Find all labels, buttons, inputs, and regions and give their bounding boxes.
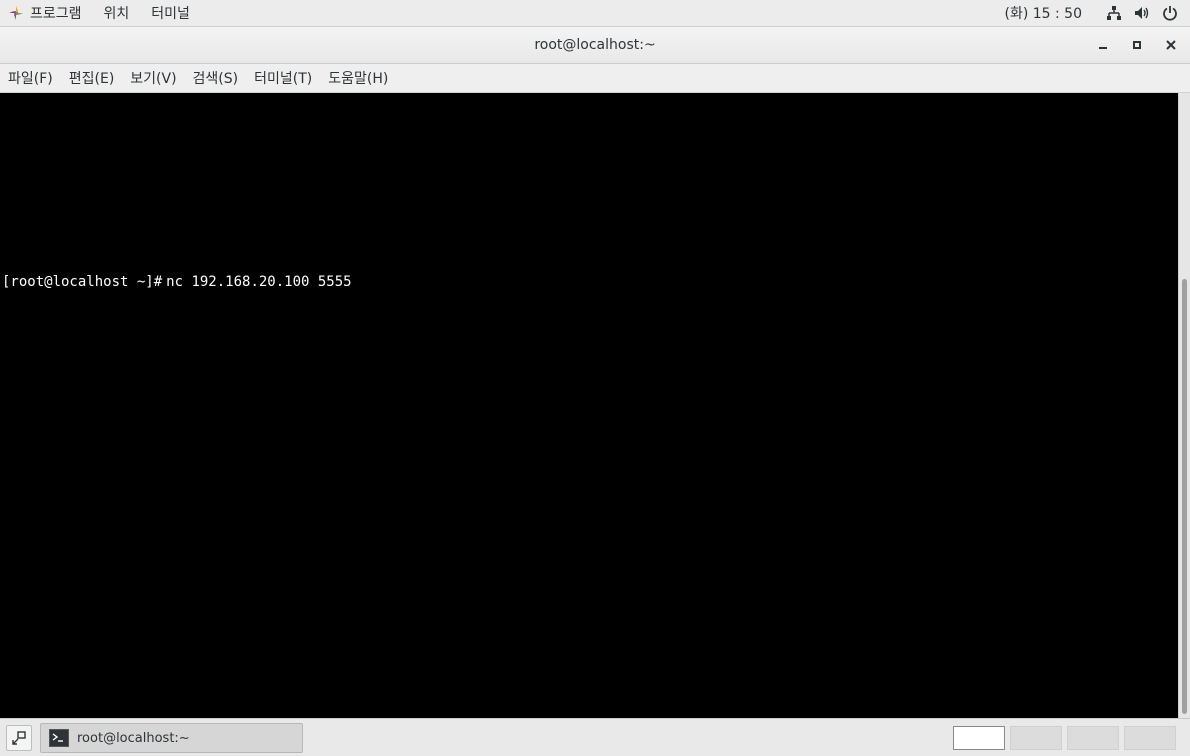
places-menu-label: 위치	[103, 6, 130, 22]
menu-edit-label: 편집(E)	[68, 71, 115, 87]
menu-view[interactable]: 보기(V)	[122, 64, 184, 92]
menu-edit[interactable]: 편집(E)	[61, 64, 123, 92]
maximize-button[interactable]	[1124, 32, 1150, 58]
minimize-button[interactable]	[1090, 32, 1116, 58]
top-panel: 프로그램 위치 터미널 (화) 15 : 50	[0, 0, 1190, 27]
menu-search-label: 검색(S)	[192, 71, 239, 87]
clock[interactable]: (화) 15 : 50	[1004, 3, 1082, 23]
window-controls	[1082, 27, 1184, 63]
show-desktop-icon	[12, 731, 26, 745]
close-button[interactable]	[1158, 32, 1184, 58]
network-icon[interactable]	[1105, 4, 1123, 22]
window-title: root@localhost:~	[534, 37, 656, 53]
scrollbar-thumb[interactable]	[1182, 279, 1187, 714]
bottom-taskbar: root@localhost:~	[0, 718, 1190, 756]
menu-terminal[interactable]: 터미널(T)	[246, 64, 320, 92]
applications-menu-label: 프로그램	[30, 6, 82, 22]
applications-menu[interactable]: 프로그램	[0, 0, 93, 26]
menu-file[interactable]: 파일(F)	[0, 64, 61, 92]
workspace-3[interactable]	[1067, 726, 1119, 750]
close-icon	[1166, 40, 1176, 50]
window-titlebar[interactable]: root@localhost:~	[0, 27, 1190, 64]
show-desktop-button[interactable]	[6, 725, 32, 751]
menu-file-label: 파일(F)	[8, 71, 53, 87]
volume-icon[interactable]	[1133, 4, 1151, 22]
workspace-4[interactable]	[1124, 726, 1176, 750]
menu-view-label: 보기(V)	[130, 71, 177, 87]
taskbar-window-button[interactable]: root@localhost:~	[40, 723, 303, 753]
shell-command: nc 192.168.20.100 5555	[166, 274, 352, 290]
terminal-app-menu[interactable]: 터미널	[140, 0, 201, 26]
menu-terminal-label: 터미널(T)	[254, 71, 313, 87]
workspace-1[interactable]	[953, 726, 1005, 750]
top-panel-left: 프로그램 위치 터미널	[0, 0, 201, 26]
shell-prompt: [root@localhost ~]#	[2, 274, 163, 290]
workspace-2[interactable]	[1010, 726, 1062, 750]
terminal-menubar: 파일(F) 편집(E) 보기(V) 검색(S) 터미널(T) 도움말(H)	[0, 64, 1190, 93]
menu-help[interactable]: 도움말(H)	[320, 64, 396, 92]
menu-help-label: 도움말(H)	[328, 71, 389, 87]
top-panel-right: (화) 15 : 50	[1004, 0, 1190, 26]
maximize-icon	[1133, 41, 1141, 49]
terminal-scrollbar[interactable]	[1178, 93, 1190, 718]
desktop: 프로그램 위치 터미널 (화) 15 : 50 root@localhost:~…	[0, 0, 1190, 756]
menu-search[interactable]: 검색(S)	[185, 64, 247, 92]
minimize-icon	[1099, 47, 1107, 49]
apps-logo-icon	[8, 5, 24, 21]
taskbar-window-label: root@localhost:~	[77, 730, 190, 746]
terminal-view[interactable]: [root@localhost ~]# nc 192.168.20.100 55…	[0, 93, 1178, 718]
terminal-app-menu-label: 터미널	[151, 6, 190, 22]
power-icon[interactable]	[1161, 4, 1179, 22]
places-menu[interactable]: 위치	[93, 0, 141, 26]
terminal-line: [root@localhost ~]# nc 192.168.20.100 55…	[2, 274, 352, 291]
terminal-icon	[49, 729, 69, 747]
